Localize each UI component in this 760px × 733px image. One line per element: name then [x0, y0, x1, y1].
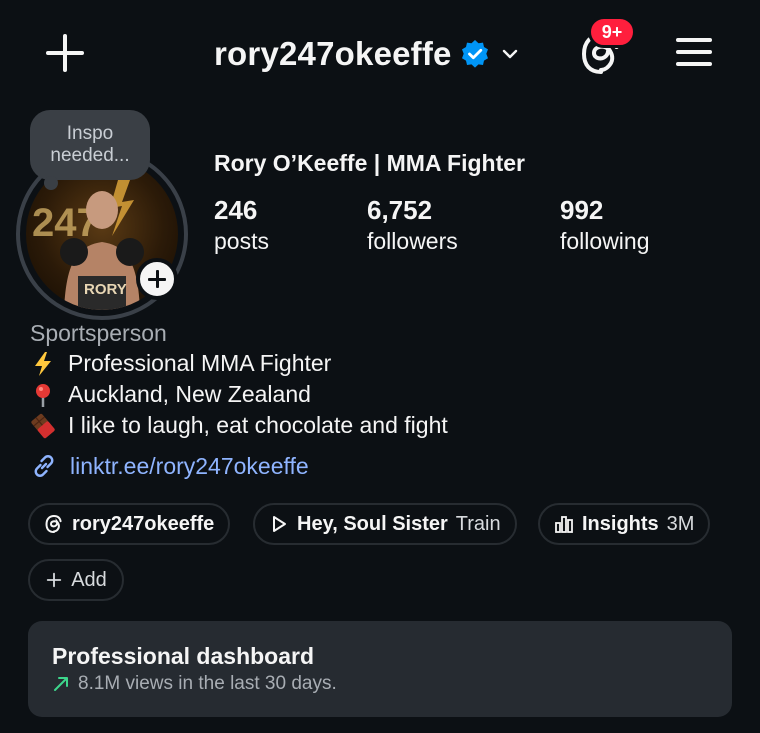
add-chip-button[interactable]: Add — [28, 559, 124, 601]
profile-category: Sportsperson — [30, 320, 167, 346]
username[interactable]: rory247okeeffe — [214, 35, 452, 73]
top-bar: rory247okeeffe 9+ — [0, 0, 760, 100]
music-chip[interactable]: Hey, Soul Sister Train — [253, 503, 517, 545]
stat-label: followers — [367, 228, 458, 254]
bio-line: Professional MMA Fighter — [30, 350, 331, 377]
link-text[interactable]: linktr.ee/rory247okeeffe — [70, 453, 309, 480]
plus-icon — [47, 572, 62, 588]
song-artist: Train — [455, 512, 501, 535]
stat-value: 992 — [560, 195, 604, 225]
stat-label: following — [560, 228, 650, 254]
song-title: Hey, Soul Sister — [297, 512, 448, 535]
trend-up-arrow-icon — [54, 677, 68, 691]
note-bubble[interactable]: Inspo needed... — [30, 110, 150, 180]
bio-text: Professional MMA Fighter — [68, 350, 332, 376]
stat-value: 6,752 — [367, 195, 433, 225]
professional-dashboard-card[interactable]: Professional dashboard 8.1M views in the… — [28, 621, 732, 717]
notification-badge: 9+ — [588, 16, 636, 48]
note-bubble-tail — [44, 176, 58, 190]
bio-text: Auckland, New Zealand — [68, 381, 311, 407]
chip-label: rory247okeeffe — [72, 512, 215, 535]
play-icon — [273, 516, 286, 532]
display-name: Rory O’Keeffe | MMA Fighter — [214, 150, 525, 176]
chocolate-emoji-icon — [31, 413, 55, 438]
link-icon — [34, 455, 54, 477]
hamburger-menu-icon[interactable] — [676, 36, 712, 68]
stat-followers[interactable]: 6,752 followers — [367, 194, 458, 256]
insights-label: Insights — [582, 512, 659, 535]
bio-text: I like to laugh, eat chocolate and fight — [68, 412, 448, 438]
insights-value: 3M — [666, 512, 695, 535]
insights-chip[interactable]: Insights 3M — [538, 503, 711, 545]
threads-profile-chip[interactable]: rory247okeeffe — [28, 503, 231, 545]
avatar-text: RORY — [84, 281, 127, 298]
add-label: Add — [71, 568, 107, 591]
stat-posts[interactable]: 246 posts — [214, 194, 269, 256]
note-text: Inspo needed... — [50, 123, 130, 166]
stat-label: posts — [214, 228, 269, 254]
chevron-down-icon[interactable] — [500, 44, 520, 64]
stat-value: 246 — [214, 195, 258, 225]
bio-link[interactable]: linktr.ee/rory247okeeffe — [30, 452, 309, 480]
bar-chart-icon — [555, 516, 573, 533]
account-switcher[interactable]: rory247okeeffe — [214, 32, 520, 76]
threads-icon — [45, 514, 62, 533]
add-story-plus-icon[interactable] — [136, 258, 178, 300]
bio-line: I like to laugh, eat chocolate and fight — [30, 412, 448, 439]
bio-line: Auckland, New Zealand — [30, 381, 311, 408]
pin-emoji-icon — [36, 383, 50, 407]
stat-following[interactable]: 992 following — [560, 194, 650, 256]
dashboard-title: Professional dashboard — [52, 643, 315, 669]
lightning-emoji-icon — [35, 351, 51, 376]
dashboard-subtitle-row: 8.1M views in the last 30 days. — [52, 673, 337, 695]
create-plus-icon[interactable] — [44, 32, 86, 74]
dashboard-subtitle: 8.1M views in the last 30 days. — [78, 673, 337, 694]
verified-badge-icon — [461, 40, 488, 68]
